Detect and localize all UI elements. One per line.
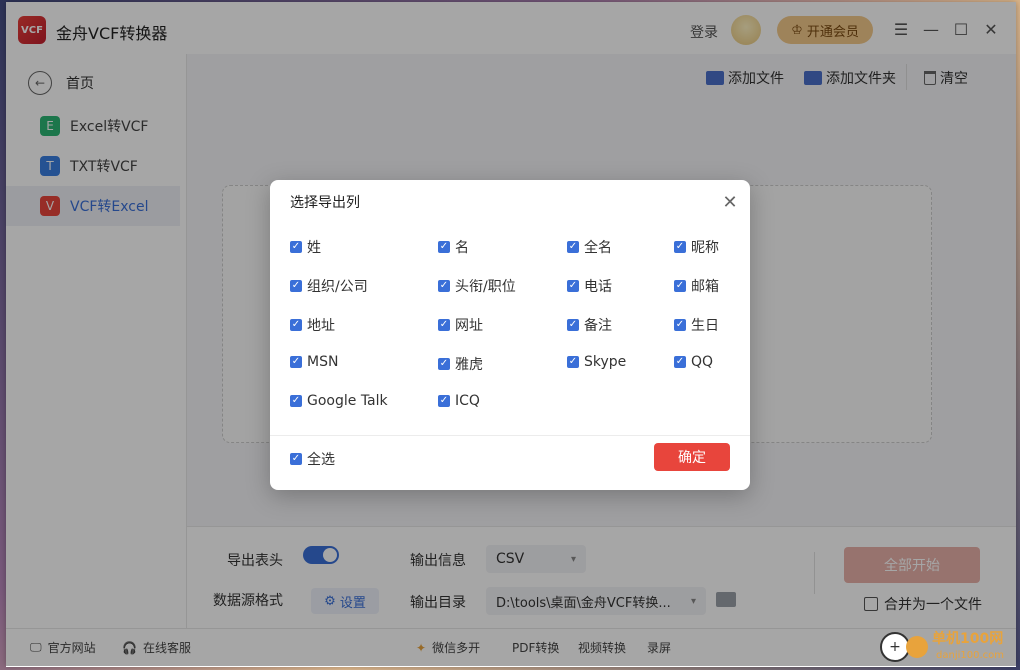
checkbox-checked-icon: ✓ xyxy=(290,280,302,292)
option-15[interactable]: ✓ QQ xyxy=(674,354,713,370)
option-label: ICQ xyxy=(455,393,480,409)
option-label: 生日 xyxy=(691,318,719,334)
option-label: 地址 xyxy=(307,318,335,334)
checkbox-checked-icon: ✓ xyxy=(290,241,302,253)
checkbox-checked-icon: ✓ xyxy=(438,395,450,407)
option-7[interactable]: ✓ 邮箱 xyxy=(674,276,719,296)
option-label: 电话 xyxy=(584,279,612,295)
option-1[interactable]: ✓ 名 xyxy=(438,237,469,257)
option-0[interactable]: ✓ 姓 xyxy=(290,237,321,257)
option-label: Google Talk xyxy=(307,393,388,409)
option-3[interactable]: ✓ 昵称 xyxy=(674,237,719,257)
dialog-title: 选择导出列 xyxy=(290,195,360,211)
dialog-divider xyxy=(270,435,750,436)
checkbox-checked-icon: ✓ xyxy=(567,280,579,292)
option-label: 组织/公司 xyxy=(307,279,368,295)
option-12[interactable]: ✓ MSN xyxy=(290,354,338,370)
checkbox-checked-icon: ✓ xyxy=(290,395,302,407)
checkbox-checked-icon: ✓ xyxy=(290,319,302,331)
checkbox-checked-icon: ✓ xyxy=(674,280,686,292)
export-columns-dialog: 选择导出列 ✕ ✓ 姓 ✓ 名 ✓ 全名 ✓ 昵称 ✓ 组织/公司 ✓ 头衔/职位 ✓ 电话 … xyxy=(270,180,750,490)
option-label: 网址 xyxy=(455,318,483,334)
checkbox-checked-icon: ✓ xyxy=(567,356,579,368)
option-label: 雅虎 xyxy=(455,357,483,373)
option-10[interactable]: ✓ 备注 xyxy=(567,315,612,335)
orange-dot-icon xyxy=(906,636,928,658)
option-label: 邮箱 xyxy=(691,279,719,295)
close-icon[interactable]: ✕ xyxy=(720,192,740,213)
checkbox-checked-icon: ✓ xyxy=(674,241,686,253)
confirm-button[interactable]: 确定 xyxy=(654,443,730,471)
option-label: 全名 xyxy=(584,240,612,256)
option-label: Skype xyxy=(584,354,627,370)
option-label: 备注 xyxy=(584,318,612,334)
checkbox-checked-icon: ✓ xyxy=(438,358,450,370)
option-13[interactable]: ✓ 雅虎 xyxy=(438,354,483,374)
watermark-url: danji100.com xyxy=(936,650,1004,661)
checkbox-checked-icon: ✓ xyxy=(674,356,686,368)
option-9[interactable]: ✓ 网址 xyxy=(438,315,483,335)
checkbox-checked-icon: ✓ xyxy=(438,241,450,253)
option-2[interactable]: ✓ 全名 xyxy=(567,237,612,257)
checkbox-checked-icon: ✓ xyxy=(674,319,686,331)
option-4[interactable]: ✓ 组织/公司 xyxy=(290,276,368,296)
option-14[interactable]: ✓ Skype xyxy=(567,354,626,370)
checkbox-checked-icon: ✓ xyxy=(290,453,302,465)
checkbox-checked-icon: ✓ xyxy=(567,319,579,331)
option-label: 昵称 xyxy=(691,240,719,256)
checkbox-checked-icon: ✓ xyxy=(438,319,450,331)
option-8[interactable]: ✓ 地址 xyxy=(290,315,335,335)
select-all-label: 全选 xyxy=(307,452,335,468)
option-5[interactable]: ✓ 头衔/职位 xyxy=(438,276,516,296)
watermark-brand: 单机100网 xyxy=(932,631,1004,647)
option-label: MSN xyxy=(307,354,339,370)
option-11[interactable]: ✓ 生日 xyxy=(674,315,719,335)
option-17[interactable]: ✓ ICQ xyxy=(438,393,480,409)
option-16[interactable]: ✓ Google Talk xyxy=(290,393,388,409)
checkbox-checked-icon: ✓ xyxy=(567,241,579,253)
option-label: 姓 xyxy=(307,240,321,256)
option-6[interactable]: ✓ 电话 xyxy=(567,276,612,296)
watermark: + 单机100网 danji100.com xyxy=(880,628,1020,670)
option-label: 头衔/职位 xyxy=(455,279,516,295)
checkbox-checked-icon: ✓ xyxy=(290,356,302,368)
checkbox-checked-icon: ✓ xyxy=(438,280,450,292)
select-all-checkbox[interactable]: ✓ 全选 xyxy=(290,449,335,469)
option-label: QQ xyxy=(691,354,714,370)
option-label: 名 xyxy=(455,240,469,256)
